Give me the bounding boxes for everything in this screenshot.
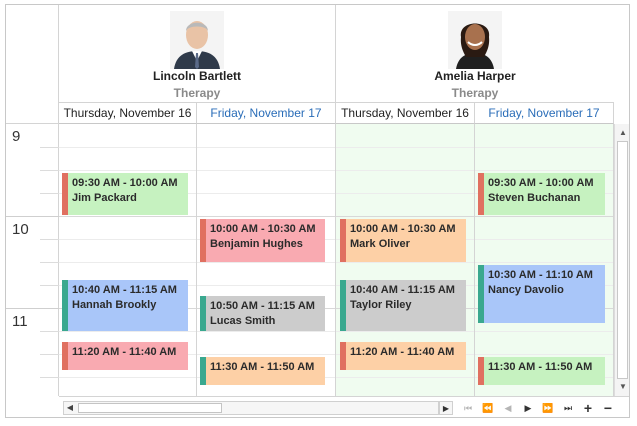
date-header[interactable]: Friday, November 17	[475, 103, 614, 124]
status-bar	[478, 265, 484, 323]
appointment[interactable]: 09:30 AM - 10:00 AM Jim Packard	[62, 173, 188, 215]
arrow-right-icon[interactable]: ▶	[439, 401, 453, 415]
date-header[interactable]: Friday, November 17	[197, 103, 336, 124]
resource-header-amelia[interactable]: Amelia Harper Therapy	[336, 5, 614, 103]
prev-page-icon[interactable]: ⏪	[479, 400, 497, 416]
divider	[40, 239, 59, 240]
time-ruler: 9 10 11	[6, 124, 59, 396]
appointment[interactable]: 10:30 AM - 11:10 AM Nancy Davolio	[478, 265, 605, 323]
divider	[40, 331, 59, 332]
appointment[interactable]: 10:40 AM - 11:15 AM Hannah Brookly	[62, 280, 188, 331]
status-bar	[340, 342, 346, 370]
divider	[40, 354, 59, 355]
first-page-icon[interactable]: ⏮	[459, 400, 477, 416]
divider	[40, 193, 59, 194]
appointment[interactable]: 09:30 AM - 10:00 AM Steven Buchanan	[478, 173, 605, 215]
divider	[40, 377, 59, 378]
prev-icon[interactable]: ◀	[499, 400, 517, 416]
header-corner	[6, 5, 59, 124]
avatar	[448, 11, 502, 69]
decrease-button[interactable]: −	[599, 400, 617, 416]
person-photo-icon	[448, 11, 502, 69]
appointment[interactable]: 11:30 AM - 11:50 AM	[478, 357, 605, 385]
arrow-down-icon[interactable]: ▼	[616, 380, 629, 394]
person-photo-icon	[170, 11, 224, 69]
appointment[interactable]: 11:20 AM - 11:40 AM	[62, 342, 188, 370]
appointment[interactable]: 11:30 AM - 11:50 AM	[200, 357, 325, 385]
resource-group: Therapy	[173, 86, 221, 100]
date-header[interactable]: Thursday, November 16	[59, 103, 197, 124]
last-page-icon[interactable]: ⏭	[559, 400, 577, 416]
hour-label: 10	[12, 221, 29, 238]
status-bar	[200, 296, 206, 331]
resource-name: Lincoln Bartlett	[152, 69, 241, 83]
status-bar	[62, 280, 68, 331]
next-icon[interactable]: ▶	[519, 400, 537, 416]
appointment[interactable]: 11:20 AM - 11:40 AM	[340, 342, 466, 370]
arrow-left-icon[interactable]: ◀	[64, 402, 76, 414]
status-bar	[478, 357, 484, 385]
date-header[interactable]: Thursday, November 16	[336, 103, 475, 124]
next-page-icon[interactable]: ⏩	[539, 400, 557, 416]
divider	[6, 308, 59, 309]
appointment[interactable]: 10:40 AM - 11:15 AM Taylor Riley	[340, 280, 466, 331]
hour-label: 9	[12, 128, 21, 145]
divider	[40, 285, 59, 286]
bottom-bar: ◀ ▶ ⏮ ⏪ ◀ ▶ ⏩ ⏭ + −	[59, 396, 629, 417]
vertical-scrollbar[interactable]: ▲ ▼	[614, 124, 629, 396]
status-bar	[200, 219, 206, 262]
hour-label: 11	[12, 313, 28, 330]
avatar	[170, 11, 224, 69]
appointment[interactable]: 10:50 AM - 11:15 AM Lucas Smith	[200, 296, 325, 331]
increase-button[interactable]: +	[579, 400, 597, 416]
status-bar	[478, 173, 484, 215]
status-bar	[340, 280, 346, 331]
scroll-thumb[interactable]	[617, 141, 628, 379]
resource-name: Amelia Harper	[434, 69, 516, 83]
status-bar	[200, 357, 206, 385]
arrow-up-icon[interactable]: ▲	[616, 126, 629, 140]
resource-group: Therapy	[451, 86, 499, 100]
day-column[interactable]	[475, 124, 614, 396]
scheduler: Lincoln Bartlett Therapy Amelia Harper T…	[5, 4, 630, 418]
divider	[40, 147, 59, 148]
appointment[interactable]: 10:00 AM - 10:30 AM Mark Oliver	[340, 219, 466, 262]
horizontal-scrollbar[interactable]: ◀	[63, 401, 439, 415]
scroll-thumb[interactable]	[78, 403, 222, 413]
resource-header-lincoln[interactable]: Lincoln Bartlett Therapy	[59, 5, 336, 103]
status-bar	[340, 219, 346, 262]
appointment[interactable]: 10:00 AM - 10:30 AM Benjamin Hughes	[200, 219, 325, 262]
status-bar	[62, 173, 68, 215]
status-bar	[62, 342, 68, 370]
divider	[40, 170, 59, 171]
divider	[6, 216, 59, 217]
divider	[40, 262, 59, 263]
